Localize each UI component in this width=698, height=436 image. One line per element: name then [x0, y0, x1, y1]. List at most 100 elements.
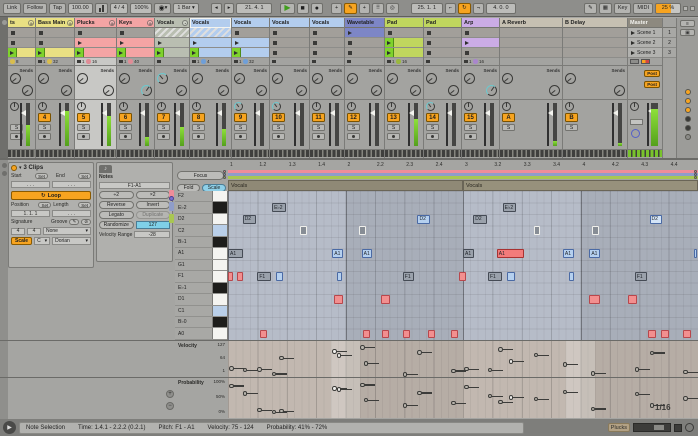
arm-button[interactable] [234, 133, 247, 140]
arm-button[interactable] [119, 133, 132, 140]
session-record-button[interactable]: ◎ [386, 3, 399, 14]
midi-note[interactable] [363, 330, 370, 339]
arm-button[interactable] [192, 133, 205, 140]
lane-marker[interactable] [364, 361, 380, 366]
arm-button[interactable] [347, 133, 360, 140]
lane-marker[interactable] [683, 396, 698, 401]
lane-marker[interactable] [498, 400, 514, 405]
midi-note[interactable]: F1 [403, 272, 414, 281]
clip-loop-bar[interactable] [228, 176, 698, 179]
midi-note[interactable] [589, 295, 600, 304]
send-a-knob[interactable] [234, 73, 245, 84]
lane-marker[interactable] [464, 385, 480, 390]
punch-out-button[interactable]: ¬ [473, 3, 484, 14]
groove-edit-button[interactable]: ✎ [69, 219, 79, 225]
track-number-button[interactable]: 15 [464, 113, 477, 122]
midi-note[interactable] [534, 226, 541, 235]
clip-slot[interactable] [424, 48, 461, 58]
solo-button[interactable]: S [192, 124, 205, 131]
focus-button[interactable]: Focus [177, 171, 224, 180]
clip-slot[interactable] [462, 38, 499, 48]
punch-in-button[interactable]: ⌐ [445, 3, 456, 14]
track-number-button[interactable]: 7 [157, 113, 170, 122]
lane-marker[interactable] [417, 391, 433, 396]
send-b-knob[interactable] [141, 85, 152, 96]
arm-button[interactable] [272, 133, 285, 140]
clip-slot[interactable] [155, 28, 189, 38]
solo-button[interactable]: S [312, 124, 325, 131]
midi-note[interactable]: E♭2 [272, 203, 286, 212]
clip-slot[interactable] [8, 38, 35, 48]
clip-color-tab[interactable] [169, 202, 174, 211]
send-b-knob[interactable] [371, 85, 382, 96]
clip-slot[interactable] [36, 48, 74, 58]
clip-slot[interactable] [117, 38, 154, 48]
track-header[interactable]: Vocals◔ [155, 18, 189, 28]
piano-key[interactable] [212, 283, 227, 293]
clip-slot[interactable] [8, 28, 35, 38]
velocity-range-value[interactable]: -28 [134, 231, 170, 238]
lane-marker[interactable] [279, 409, 295, 414]
track-number-button[interactable]: 10 [272, 113, 285, 122]
lane-marker[interactable] [509, 395, 525, 400]
midi-note[interactable]: A1 [563, 249, 574, 258]
midi-note[interactable]: A1 [463, 249, 474, 258]
length-value[interactable]: . . . [52, 210, 91, 217]
lane-marker[interactable] [563, 362, 579, 367]
send-b-knob[interactable] [22, 85, 33, 96]
piano-key[interactable] [212, 225, 227, 235]
midi-note[interactable] [337, 272, 342, 281]
track-number-button[interactable]: A [502, 113, 515, 122]
midi-map-button[interactable]: MIDI [633, 3, 653, 14]
midi-note[interactable] [648, 330, 656, 339]
stop-button[interactable]: ■ [297, 3, 309, 14]
loop-start-field[interactable]: 25. 1. 1 [411, 3, 443, 14]
send-a-knob[interactable] [10, 73, 21, 84]
track-header[interactable]: Pad [385, 18, 423, 28]
midi-note[interactable]: D2 [243, 215, 257, 224]
show-returns-toggle[interactable] [685, 107, 691, 113]
send-a-knob[interactable] [312, 73, 323, 84]
lane-marker[interactable] [591, 407, 607, 412]
midi-note[interactable] [276, 272, 282, 281]
scale-name-select[interactable]: Dorian▾ [52, 237, 91, 245]
midi-note[interactable] [237, 272, 243, 281]
track-header[interactable]: Wavetable [345, 18, 384, 28]
pan-knob[interactable] [565, 102, 574, 111]
arm-button[interactable] [464, 133, 477, 140]
track-number-button[interactable]: 4 [38, 113, 51, 122]
send-a-knob[interactable] [565, 73, 576, 84]
scale-toggle[interactable]: Scale [11, 237, 32, 245]
midi-note[interactable] [683, 330, 691, 339]
solo-button[interactable]: S [272, 124, 285, 131]
cpu-meter[interactable]: 25 % [655, 3, 681, 14]
midi-note[interactable] [459, 272, 465, 281]
piano-roll-grid[interactable]: E♭2D2D2A1A1A1F1F1E♭2D2D2A1A1A1A1F1F1 [228, 191, 698, 340]
track-number-button[interactable]: 9 [234, 113, 247, 122]
loop-button[interactable]: ↻ [458, 3, 471, 14]
midi-note[interactable]: D2 [650, 215, 662, 224]
pan-knob[interactable] [119, 102, 128, 111]
metronome-toggle[interactable]: ◉▾ [154, 3, 171, 14]
piano-key[interactable] [212, 214, 227, 224]
solo-button[interactable]: S [464, 124, 477, 131]
piano-key[interactable] [212, 294, 227, 304]
lane-marker[interactable] [563, 390, 579, 395]
randomize-value[interactable]: 127 [136, 221, 171, 229]
grid-resolution-label[interactable]: 1/16 [655, 403, 671, 412]
send-b-knob[interactable] [331, 85, 342, 96]
send-b-knob[interactable] [296, 85, 307, 96]
piano-key[interactable] [212, 317, 227, 327]
arm-button[interactable] [38, 133, 51, 140]
midi-note[interactable] [661, 330, 669, 339]
scene-slot[interactable]: Scene 3 [628, 48, 662, 58]
solo-button[interactable]: S [119, 124, 132, 131]
lane-marker[interactable] [509, 359, 525, 364]
piano-key[interactable] [212, 260, 227, 270]
double-time-button[interactable]: ×2 [136, 191, 171, 199]
half-time-button[interactable]: ÷2 [99, 191, 134, 199]
pan-knob[interactable] [347, 102, 356, 111]
duplicate-button[interactable]: Duplicate [136, 211, 171, 219]
lane-marker[interactable] [243, 368, 259, 373]
clip-slot[interactable] [117, 28, 154, 38]
